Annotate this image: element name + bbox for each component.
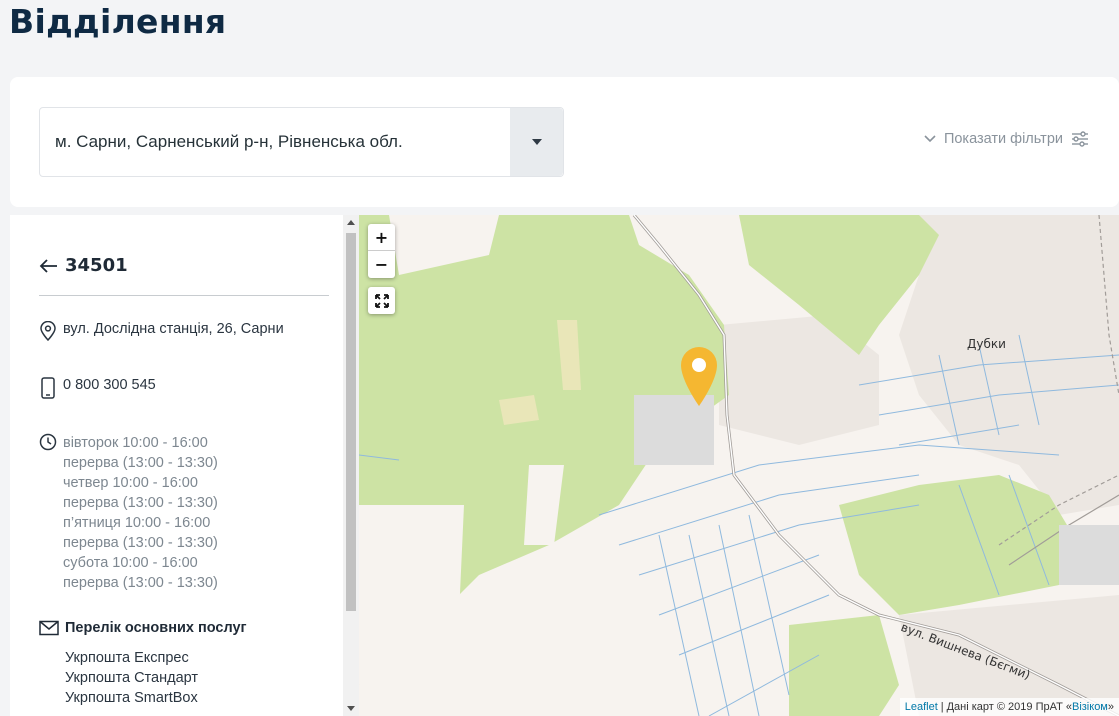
schedule-list: вівторок 10:00 - 16:00 перерва (13:00 - …	[63, 433, 218, 593]
service-item: Укрпошта SmartBox	[65, 690, 198, 706]
attribution-text: Дані карт © 2019 ПрАТ «	[946, 701, 1072, 713]
show-filters-label: Показати фільтри	[943, 131, 1063, 147]
location-select[interactable]: м. Сарни, Сарненський р-н, Рівненська об…	[39, 107, 564, 177]
office-details-panel: 34501 вул. Дослідна станція, 26, Сарни 0…	[10, 215, 359, 716]
search-card: м. Сарни, Сарненський р-н, Рівненська об…	[10, 77, 1119, 207]
schedule-line: субота 10:00 - 16:00	[63, 555, 198, 571]
map-place-label: Дубки	[967, 337, 1006, 351]
zoom-control: + −	[368, 224, 395, 278]
schedule-line: вівторок 10:00 - 16:00	[63, 435, 208, 451]
schedule-line: перерва (13:00 - 13:30)	[63, 535, 218, 551]
office-header: 34501	[39, 255, 128, 276]
location-select-toggle[interactable]	[510, 108, 563, 176]
page: Відділення м. Сарни, Сарненський р-н, Рі…	[0, 0, 1119, 716]
fullscreen-button[interactable]	[368, 287, 395, 314]
zoom-out-button[interactable]: −	[368, 251, 395, 278]
service-item: Укрпошта Стандарт	[65, 670, 199, 686]
scrollbar-thumb[interactable]	[346, 233, 356, 611]
sliders-icon	[1072, 131, 1088, 147]
services-list: Укрпошта Експрес Укрпошта Стандарт Укрпо…	[65, 648, 198, 708]
map[interactable]: + − Дубки вул. Вишнева (Бєгми) Leaflet |…	[359, 215, 1119, 716]
zoom-in-button[interactable]: +	[368, 224, 395, 251]
map-attribution: Leaflet | Дані карт © 2019 ПрАТ « Візіко…	[899, 698, 1119, 716]
scroll-down-arrow-icon[interactable]	[347, 706, 355, 711]
divider	[39, 295, 329, 296]
service-item: Укрпошта Експрес	[65, 650, 189, 666]
chevron-down-icon	[924, 135, 936, 143]
schedule-line: перерва (13:00 - 13:30)	[63, 575, 218, 591]
panel-scrollbar[interactable]	[343, 215, 359, 716]
phone-row: 0 800 300 545	[39, 377, 156, 399]
office-address: вул. Дослідна станція, 26, Сарни	[63, 321, 284, 337]
office-code: 34501	[65, 255, 128, 276]
page-title: Відділення	[9, 2, 227, 41]
phone-icon	[41, 377, 55, 399]
location-select-value: м. Сарни, Сарненський р-н, Рівненська об…	[55, 132, 403, 151]
schedule-line: перерва (13:00 - 13:30)	[63, 495, 218, 511]
visicom-link[interactable]: Візіком	[1072, 701, 1108, 713]
show-filters-button[interactable]: Показати фільтри	[924, 131, 1089, 147]
scroll-up-arrow-icon[interactable]	[347, 220, 355, 225]
location-pin-icon	[40, 321, 56, 341]
schedule-line: четвер 10:00 - 16:00	[63, 475, 198, 491]
caret-down-icon	[531, 139, 542, 145]
office-phone[interactable]: 0 800 300 545	[63, 377, 156, 393]
services-title: Перелік основних послуг	[65, 620, 247, 636]
schedule-row: вівторок 10:00 - 16:00 перерва (13:00 - …	[39, 433, 218, 593]
leaflet-link[interactable]: Leaflet	[905, 701, 938, 713]
office-marker-pin-icon[interactable]	[679, 345, 719, 407]
attribution-closing: »	[1107, 701, 1114, 713]
arrow-left-icon[interactable]	[39, 258, 59, 273]
clock-icon	[39, 433, 57, 451]
attribution-separator: |	[940, 701, 944, 713]
fullscreen-icon	[374, 293, 389, 308]
services-header: Перелік основних послуг	[39, 620, 247, 636]
address-row: вул. Дослідна станція, 26, Сарни	[39, 321, 284, 341]
map-tiles	[359, 215, 1119, 716]
envelope-icon	[39, 620, 59, 636]
schedule-line: перерва (13:00 - 13:30)	[63, 455, 218, 471]
schedule-line: п’ятниця 10:00 - 16:00	[63, 515, 211, 531]
